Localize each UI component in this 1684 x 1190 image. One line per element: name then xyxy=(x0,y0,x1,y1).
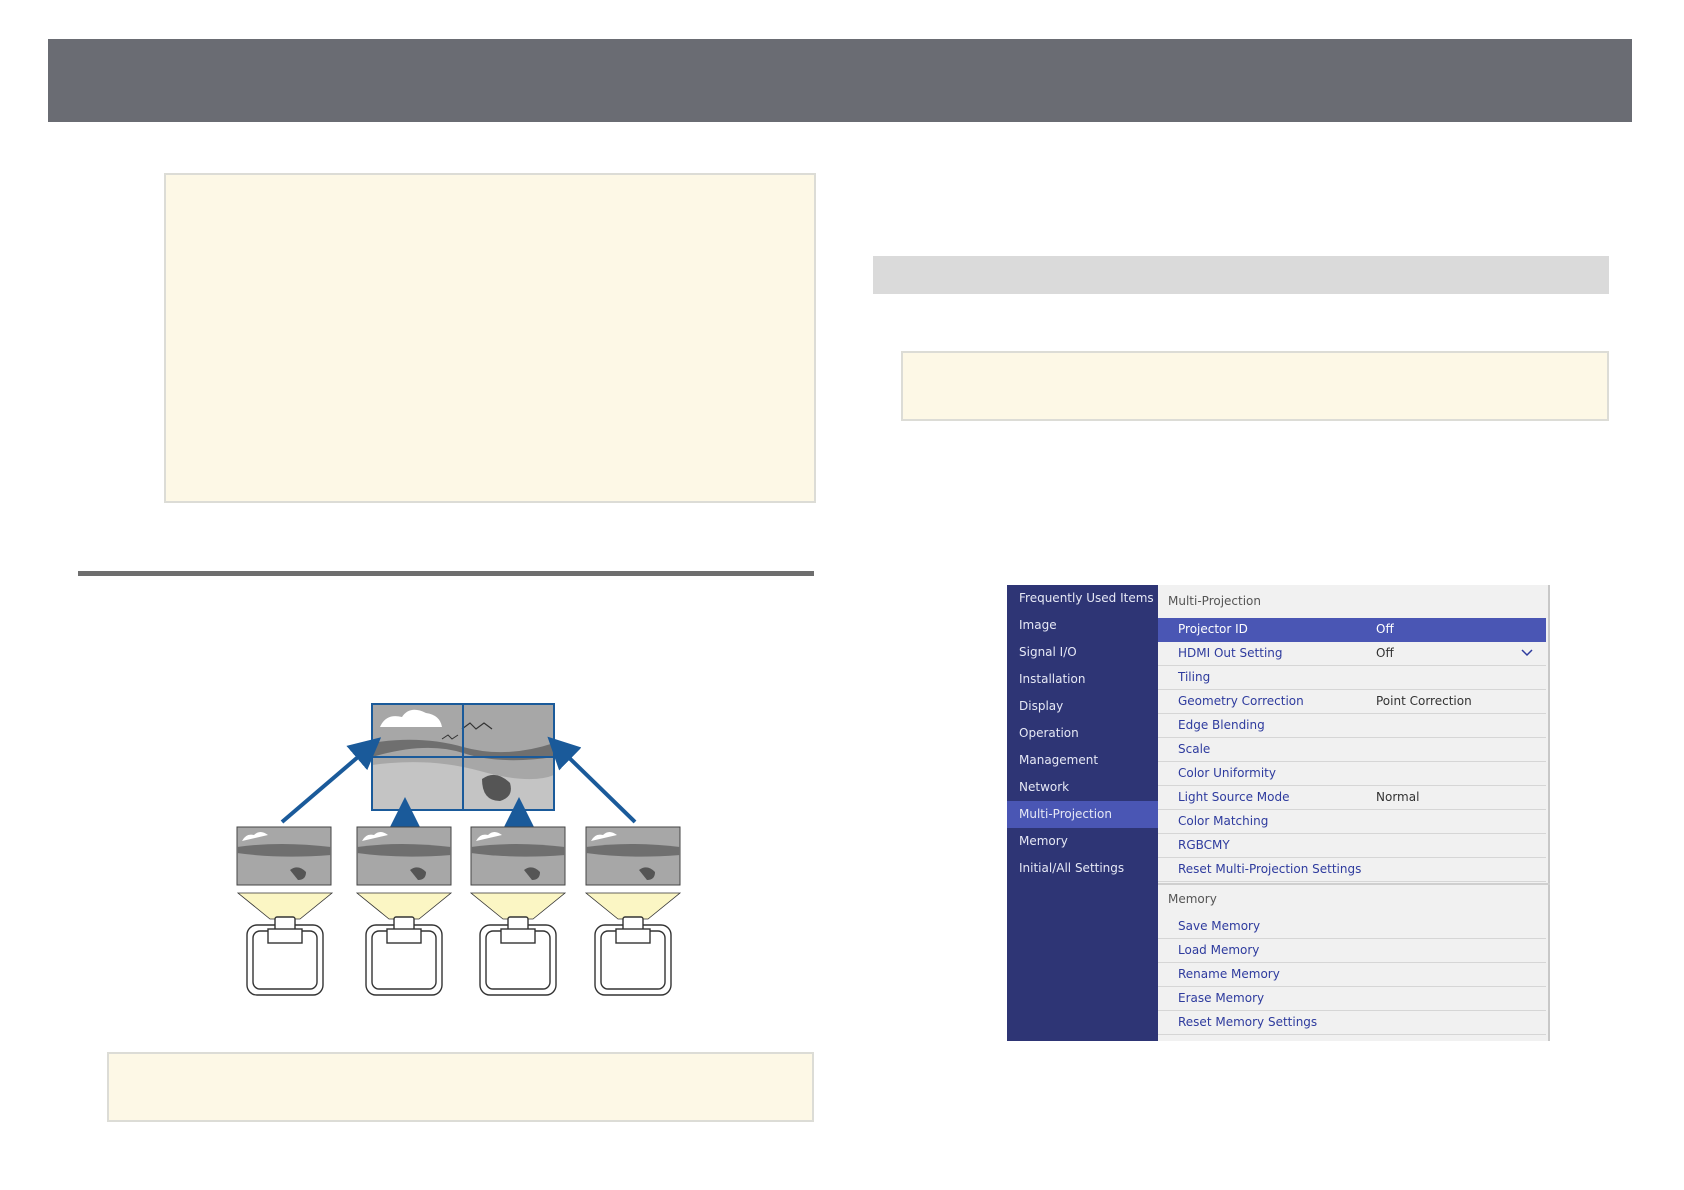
small-screen-4 xyxy=(585,826,681,886)
menu-row-edge-blending[interactable]: Edge Blending xyxy=(1158,714,1546,738)
note-box-right xyxy=(901,351,1609,421)
menu-row-erase-memory[interactable]: Erase Memory xyxy=(1158,987,1546,1011)
projector-2 xyxy=(365,916,443,996)
projector-4 xyxy=(594,916,672,996)
menu-row-scale[interactable]: Scale xyxy=(1158,738,1546,762)
row-label: Light Source Mode xyxy=(1178,790,1290,804)
row-value: Normal xyxy=(1376,790,1420,804)
sidebar-item-memory[interactable]: Memory xyxy=(1007,828,1158,855)
row-label: Load Memory xyxy=(1178,943,1260,957)
menu-sidebar: Frequently Used Items Image Signal I/O I… xyxy=(1007,585,1158,1041)
sidebar-item-multi-projection[interactable]: Multi-Projection xyxy=(1007,801,1158,828)
section-rule xyxy=(78,571,814,576)
row-label: HDMI Out Setting xyxy=(1178,646,1283,660)
menu-row-light-source-mode[interactable]: Light Source Mode Normal xyxy=(1158,786,1546,810)
section-title-memory: Memory xyxy=(1168,892,1217,906)
row-label: Scale xyxy=(1178,742,1211,756)
menu-row-tiling[interactable]: Tiling xyxy=(1158,666,1546,690)
menu-row-save-memory[interactable]: Save Memory xyxy=(1158,915,1546,939)
row-label: Geometry Correction xyxy=(1178,694,1304,708)
sidebar-item-network[interactable]: Network xyxy=(1007,774,1158,801)
menu-row-color-matching[interactable]: Color Matching xyxy=(1158,810,1546,834)
menu-row-rename-memory[interactable]: Rename Memory xyxy=(1158,963,1546,987)
menu-row-color-uniformity[interactable]: Color Uniformity xyxy=(1158,762,1546,786)
row-label: Tiling xyxy=(1178,670,1211,684)
row-value: Point Correction xyxy=(1376,694,1472,708)
sidebar-item-management[interactable]: Management xyxy=(1007,747,1158,774)
menu-main-panel: Multi-Projection Projector ID Off HDMI O… xyxy=(1158,585,1550,1041)
chevron-down-icon[interactable] xyxy=(1520,645,1534,659)
tiled-screen xyxy=(371,703,555,811)
menu-row-reset-multi-projection[interactable]: Reset Multi-Projection Settings xyxy=(1158,858,1546,882)
row-label: Projector ID xyxy=(1178,622,1248,636)
row-label: Save Memory xyxy=(1178,919,1261,933)
sidebar-item-installation[interactable]: Installation xyxy=(1007,666,1158,693)
small-screen-2 xyxy=(356,826,452,886)
menu-row-rgbcmy[interactable]: RGBCMY xyxy=(1158,834,1546,858)
section-title-multi-projection: Multi-Projection xyxy=(1168,594,1261,608)
row-label: RGBCMY xyxy=(1178,838,1230,852)
row-value: Off xyxy=(1376,622,1394,636)
small-screen-1 xyxy=(236,826,332,886)
row-label: Edge Blending xyxy=(1178,718,1265,732)
procedure-header-band xyxy=(873,256,1609,294)
section-divider xyxy=(1158,883,1550,885)
page-header-bar xyxy=(48,39,1632,122)
projector-3 xyxy=(479,916,557,996)
small-screen-3 xyxy=(470,826,566,886)
row-label: Rename Memory xyxy=(1178,967,1280,981)
projector-1 xyxy=(246,916,324,996)
row-label: Reset Memory Settings xyxy=(1178,1015,1318,1029)
note-box-top xyxy=(164,173,816,503)
menu-row-reset-memory-settings[interactable]: Reset Memory Settings xyxy=(1158,1011,1546,1035)
menu-row-projector-id[interactable]: Projector ID Off xyxy=(1158,618,1546,642)
tiling-illustration xyxy=(236,703,682,996)
projector-menu: Frequently Used Items Image Signal I/O I… xyxy=(1007,585,1550,1041)
row-label: Color Uniformity xyxy=(1178,766,1276,780)
row-value: Off xyxy=(1376,646,1394,660)
row-label: Erase Memory xyxy=(1178,991,1265,1005)
note-box-bottom xyxy=(107,1052,814,1122)
sidebar-item-image[interactable]: Image xyxy=(1007,612,1158,639)
sidebar-item-initial-all-settings[interactable]: Initial/All Settings xyxy=(1007,855,1158,882)
row-label: Color Matching xyxy=(1178,814,1269,828)
menu-row-load-memory[interactable]: Load Memory xyxy=(1158,939,1546,963)
menu-row-hdmi-out-setting[interactable]: HDMI Out Setting Off xyxy=(1158,642,1546,666)
sidebar-item-display[interactable]: Display xyxy=(1007,693,1158,720)
menu-row-geometry-correction[interactable]: Geometry Correction Point Correction xyxy=(1158,690,1546,714)
row-label: Reset Multi-Projection Settings xyxy=(1178,862,1362,876)
sidebar-item-signal-io[interactable]: Signal I/O xyxy=(1007,639,1158,666)
sidebar-item-frequently-used[interactable]: Frequently Used Items xyxy=(1007,585,1158,612)
sidebar-item-operation[interactable]: Operation xyxy=(1007,720,1158,747)
